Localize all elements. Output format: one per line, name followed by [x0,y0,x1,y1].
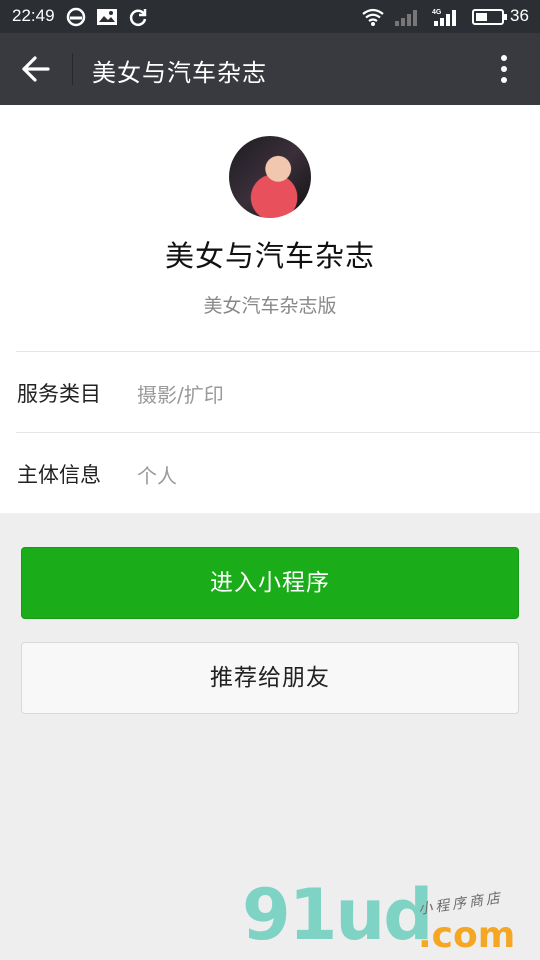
watermark-logo: 91ud [242,874,433,956]
signal-icon [394,7,422,27]
service-category-value: 摄影/扩印 [137,383,224,407]
status-time: 22:49 [12,6,55,25]
wifi-icon [361,7,385,27]
app-name: 美女与汽车杂志 [164,239,375,273]
watermark-domain: .com [418,915,516,956]
battery-level: 36 [510,6,529,25]
svg-text:4G: 4G [432,9,442,16]
mini-program-profile-card: 美女与汽车杂志 美女汽车杂志版 服务类目 摄影/扩印 主体信息 个人 [0,105,540,513]
back-button[interactable] [18,51,56,87]
status-bar: 22:49 4G 36 [0,0,540,33]
clock-icon [66,7,86,27]
battery-icon [472,7,508,27]
sync-icon [128,7,148,27]
divider [16,432,540,433]
entity-info-label: 主体信息 [17,463,101,487]
4g-signal-icon: 4G [432,7,462,27]
more-button[interactable] [490,51,518,87]
entity-info-value: 个人 [137,464,177,488]
title-bar: 美女与汽车杂志 [0,33,540,105]
arrow-left-icon [22,56,50,82]
more-vertical-icon [501,55,507,83]
image-icon [96,7,117,27]
enter-mini-program-button[interactable]: 进入小程序 [21,547,519,619]
divider [16,351,540,352]
avatar [229,136,311,218]
app-description: 美女汽车杂志版 [203,295,337,317]
service-category-label: 服务类目 [17,382,101,406]
recommend-to-friends-button[interactable]: 推荐给朋友 [21,642,519,714]
title-divider [72,53,73,85]
page-title: 美女与汽车杂志 [92,59,267,87]
